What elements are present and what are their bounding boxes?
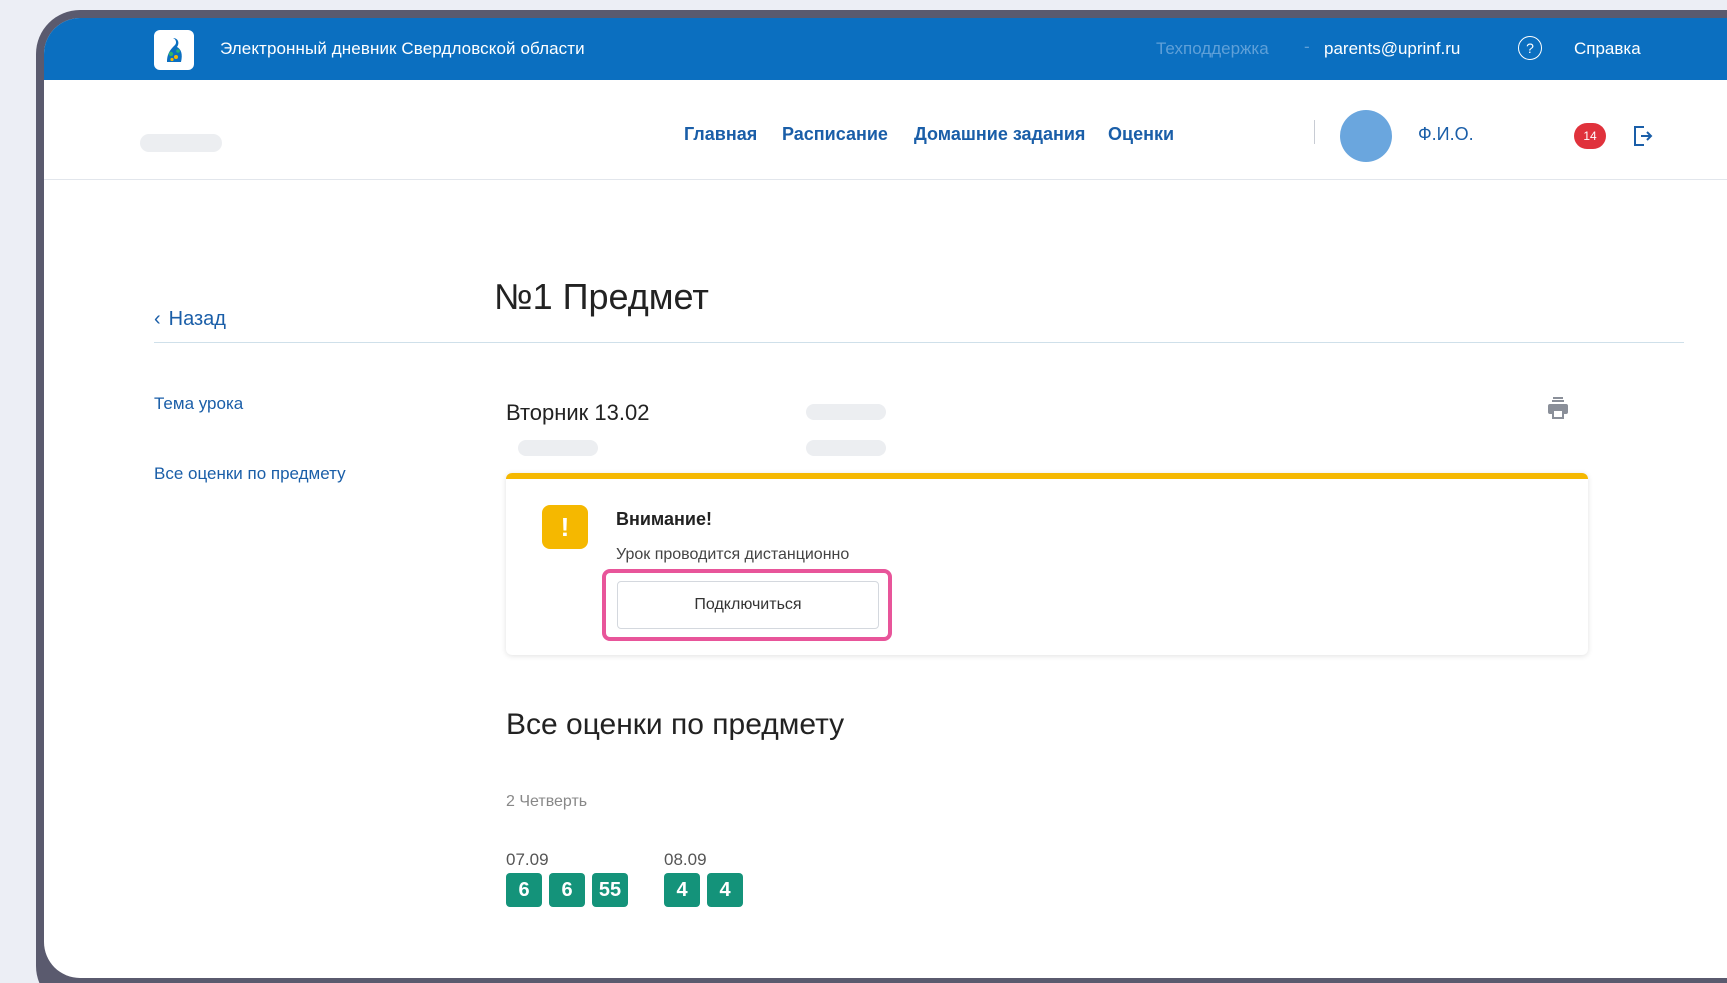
back-link-label: Назад xyxy=(168,308,226,330)
grade-mark[interactable]: 6 xyxy=(506,873,542,907)
grade-mark[interactable]: 4 xyxy=(664,873,700,907)
logout-icon[interactable] xyxy=(1630,124,1654,148)
support-link[interactable]: Техподдержка xyxy=(1156,39,1269,59)
nav-item-schedule[interactable]: Расписание xyxy=(782,124,888,145)
topbar-separator: - xyxy=(1304,37,1310,56)
warning-icon: ! xyxy=(542,505,588,549)
lesson-info-placeholder xyxy=(806,440,886,456)
grade-mark[interactable]: 4 xyxy=(707,873,743,907)
sidebar-item-all-grades[interactable]: Все оценки по предмету xyxy=(154,464,346,484)
alert-title: Внимание! xyxy=(616,509,712,529)
notification-badge[interactable]: 14 xyxy=(1574,123,1606,149)
back-link[interactable]: ‹ Назад xyxy=(154,308,226,331)
title-divider xyxy=(154,342,1684,343)
grade-date: 08.09 xyxy=(664,850,707,869)
top-bar: Электронный дневник Свердловской области… xyxy=(44,18,1727,80)
help-icon[interactable]: ? xyxy=(1518,36,1542,60)
sidebar-item-lesson-topic[interactable]: Тема урока xyxy=(154,394,243,414)
main-navigation: Главная Расписание Домашние задания Оцен… xyxy=(44,80,1727,180)
grades-heading: Все оценки по предмету xyxy=(506,708,845,741)
print-icon[interactable] xyxy=(1544,394,1572,422)
nav-divider xyxy=(1314,120,1315,144)
app-logo-icon[interactable] xyxy=(154,30,194,70)
grade-mark[interactable]: 55 xyxy=(592,873,628,907)
user-name[interactable]: Ф.И.О. xyxy=(1418,124,1474,145)
lesson-info-placeholder xyxy=(518,440,598,456)
app-window: Электронный дневник Свердловской области… xyxy=(44,18,1727,978)
lesson-date: Вторник 13.02 xyxy=(506,400,650,425)
grade-mark[interactable]: 6 xyxy=(549,873,585,907)
remote-lesson-alert: ! Внимание! Урок проводится дистанционно… xyxy=(506,473,1588,655)
nav-item-homework[interactable]: Домашние задания xyxy=(914,124,1085,145)
alert-text: Урок проводится дистанционно xyxy=(616,546,850,563)
grade-date: 07.09 xyxy=(506,850,549,869)
avatar[interactable] xyxy=(1340,110,1392,162)
nav-item-home[interactable]: Главная xyxy=(684,124,757,145)
chevron-left-icon: ‹ xyxy=(154,308,161,330)
lesson-info-placeholder xyxy=(806,404,886,420)
page-title: №1 Предмет xyxy=(494,276,709,317)
connect-button[interactable]: Подключиться xyxy=(617,581,879,629)
nav-item-grades[interactable]: Оценки xyxy=(1108,124,1174,145)
support-email-link[interactable]: parents@uprinf.ru xyxy=(1324,39,1460,59)
help-link[interactable]: Справка xyxy=(1574,39,1641,59)
site-title[interactable]: Электронный дневник Свердловской области xyxy=(220,39,585,59)
quarter-label: 2 Четверть xyxy=(506,793,588,810)
school-name-placeholder xyxy=(140,134,222,152)
